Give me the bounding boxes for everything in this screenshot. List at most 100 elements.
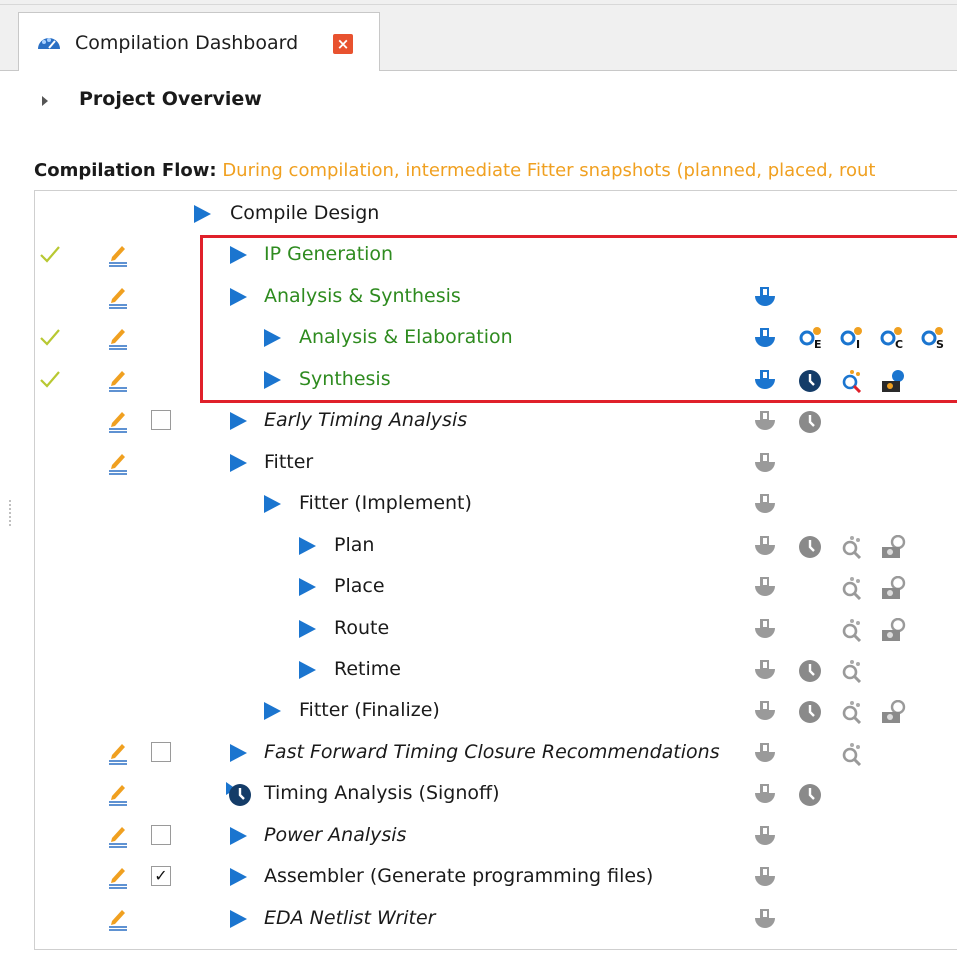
run-triangle-icon[interactable] — [194, 205, 211, 223]
run-triangle-icon[interactable] — [299, 578, 316, 596]
timing-clock-icon-disabled — [798, 410, 822, 438]
snapshot-camera-icon-disabled — [880, 699, 908, 728]
task-row-assembler[interactable]: ✓ Assembler (Generate programming files) — [0, 857, 957, 898]
timing-clock-icon-disabled — [798, 700, 822, 728]
technology-map-viewer-icon-disabled — [839, 742, 865, 770]
task-label: Power Analysis — [264, 824, 407, 846]
task-row-early-timing-analysis[interactable]: Early Timing Analysis — [0, 401, 957, 442]
timing-clock-icon-disabled — [798, 659, 822, 687]
report-icon-disabled — [753, 908, 777, 934]
compilation-flow-colon: : — [209, 160, 217, 181]
enable-checkbox[interactable] — [151, 742, 171, 762]
run-triangle-icon[interactable] — [299, 537, 316, 555]
speedometer-icon — [36, 33, 62, 57]
edit-settings-icon[interactable] — [107, 368, 129, 396]
run-triangle-icon[interactable] — [230, 827, 247, 845]
task-label: EDA Netlist Writer — [264, 907, 436, 929]
task-row-power-analysis[interactable]: Power Analysis — [0, 816, 957, 857]
report-icon-disabled — [753, 659, 777, 685]
run-triangle-icon[interactable] — [230, 868, 247, 886]
task-row-place[interactable]: Place — [0, 567, 957, 608]
divider — [0, 4, 957, 5]
task-label: Fitter — [264, 451, 314, 473]
report-icon-disabled — [753, 700, 777, 726]
run-triangle-icon[interactable] — [264, 702, 281, 720]
task-label: Place — [334, 575, 385, 597]
timing-clock-icon-disabled — [798, 783, 822, 811]
report-icon-disabled — [753, 783, 777, 809]
snapshot-camera-icon-disabled — [880, 534, 908, 563]
snapshot-camera-icon-disabled — [880, 575, 908, 604]
task-row-fitter[interactable]: Fitter — [0, 443, 957, 484]
technology-map-viewer-icon-disabled — [839, 700, 865, 728]
report-icon-disabled — [753, 452, 777, 478]
task-label: Early Timing Analysis — [264, 409, 468, 431]
enable-checkbox[interactable] — [151, 410, 171, 430]
compilation-flow-label: Compilation Flow — [34, 160, 210, 181]
report-icon-disabled — [753, 825, 777, 851]
edit-settings-icon[interactable] — [107, 824, 129, 852]
technology-map-viewer-icon-disabled — [839, 618, 865, 646]
compilation-flow-message: During compilation, intermediate Fitter … — [216, 160, 876, 181]
timing-analyzer-icon[interactable] — [226, 781, 254, 811]
edit-settings-icon[interactable] — [107, 409, 129, 437]
task-label: Compile Design — [230, 202, 380, 224]
run-triangle-icon[interactable] — [230, 454, 247, 472]
task-row-eda-netlist-writer[interactable]: EDA Netlist Writer — [0, 899, 957, 940]
report-icon-disabled — [753, 742, 777, 768]
task-row-fast-forward[interactable]: Fast Forward Timing Closure Recommendati… — [0, 733, 957, 774]
report-icon-disabled — [753, 410, 777, 436]
technology-map-viewer-icon-disabled — [839, 659, 865, 687]
task-label: Retime — [334, 658, 401, 680]
edit-settings-icon[interactable] — [107, 865, 129, 893]
edit-settings-icon[interactable] — [107, 285, 129, 313]
run-triangle-icon[interactable] — [264, 495, 281, 513]
task-label: Route — [334, 617, 390, 639]
edit-settings-icon[interactable] — [107, 451, 129, 479]
run-triangle-icon[interactable] — [230, 412, 247, 430]
enable-checkbox-checked[interactable]: ✓ — [151, 866, 171, 886]
technology-map-viewer-icon-disabled — [839, 535, 865, 563]
report-icon-disabled — [753, 576, 777, 602]
run-triangle-icon[interactable] — [230, 744, 247, 762]
task-label: Fast Forward Timing Closure Recommendati… — [264, 741, 720, 763]
timing-clock-icon-disabled — [798, 535, 822, 563]
task-label: Plan — [334, 534, 375, 556]
task-row-plan[interactable]: Plan — [0, 526, 957, 567]
task-label: Timing Analysis (Signoff) — [264, 782, 500, 804]
task-row-retime[interactable]: Retime — [0, 650, 957, 691]
expand-arrow-icon[interactable] — [42, 96, 48, 106]
task-row-fitter-finalize[interactable]: Fitter (Finalize) — [0, 691, 957, 732]
task-row-compile-design[interactable]: Compile Design — [0, 194, 957, 235]
snapshot-camera-icon-disabled — [880, 617, 908, 646]
report-icon-disabled — [753, 618, 777, 644]
task-row-route[interactable]: Route — [0, 609, 957, 650]
run-triangle-icon[interactable] — [299, 661, 316, 679]
tab-label: Compilation Dashboard — [75, 32, 299, 54]
project-overview-label: Project Overview — [79, 88, 262, 110]
task-label: Fitter (Finalize) — [299, 699, 440, 721]
task-row-fitter-implement[interactable]: Fitter (Implement) — [0, 484, 957, 525]
report-icon-disabled — [753, 866, 777, 892]
edit-settings-icon[interactable] — [107, 782, 129, 810]
technology-map-viewer-icon-disabled — [839, 576, 865, 604]
report-icon-disabled — [753, 493, 777, 519]
run-triangle-icon[interactable] — [230, 910, 247, 928]
enable-checkbox[interactable] — [151, 825, 171, 845]
checkmark-icon — [39, 369, 61, 393]
compilation-flow-header: Compilation Flow: During compilation, in… — [34, 160, 875, 181]
close-icon[interactable]: × — [333, 34, 353, 54]
checkmark-icon — [39, 244, 61, 268]
highlight-box — [200, 235, 957, 403]
run-triangle-icon[interactable] — [299, 620, 316, 638]
checkmark-icon — [39, 327, 61, 351]
task-row-timing-analysis-signoff[interactable]: Timing Analysis (Signoff) — [0, 774, 957, 815]
tab-compilation-dashboard[interactable]: Compilation Dashboard × — [18, 12, 380, 71]
report-icon-disabled — [753, 535, 777, 561]
task-label: Fitter (Implement) — [299, 492, 472, 514]
edit-settings-icon[interactable] — [107, 907, 129, 935]
edit-settings-icon[interactable] — [107, 326, 129, 354]
edit-settings-icon[interactable] — [107, 243, 129, 271]
edit-settings-icon[interactable] — [107, 741, 129, 769]
task-label: Assembler (Generate programming files) — [264, 865, 654, 887]
